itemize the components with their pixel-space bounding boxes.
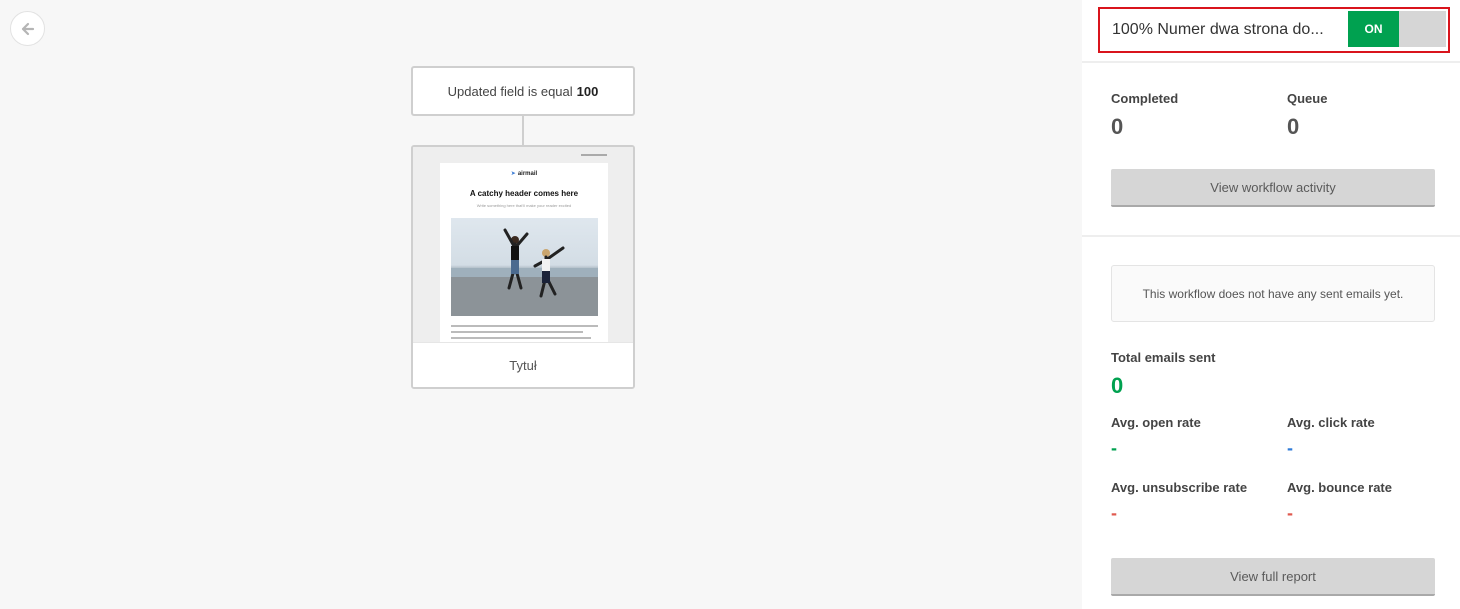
- bounce-rate-label: Avg. bounce rate: [1287, 480, 1392, 495]
- workflow-name[interactable]: 100% Numer dwa strona do...: [1112, 21, 1344, 39]
- bounce-rate-value: -: [1287, 503, 1293, 523]
- no-emails-notice: This workflow does not have any sent ema…: [1111, 265, 1435, 322]
- preview-photo: [451, 218, 598, 316]
- completed-label: Completed: [1111, 91, 1179, 106]
- view-workflow-activity-button[interactable]: View workflow activity: [1111, 169, 1435, 207]
- preview-top-link: [581, 153, 607, 157]
- trigger-text: Updated field is equal: [447, 83, 573, 99]
- queue-value: 0: [1287, 114, 1300, 139]
- paper-plane-icon: ➤: [510, 171, 516, 177]
- preview-logo: ➤ airmail: [510, 171, 538, 177]
- view-full-report-button[interactable]: View full report: [1111, 558, 1435, 596]
- click-rate-value: -: [1287, 438, 1293, 458]
- back-button[interactable]: [10, 11, 45, 46]
- total-sent-value: 0: [1111, 373, 1124, 398]
- trigger-value: 100: [576, 83, 599, 99]
- toggle-on-label: ON: [1348, 11, 1399, 47]
- divider: [1082, 61, 1460, 63]
- queue-label: Queue: [1287, 91, 1328, 106]
- click-rate-label: Avg. click rate: [1287, 415, 1375, 430]
- open-rate-value: -: [1111, 438, 1117, 458]
- open-rate-label: Avg. open rate: [1111, 415, 1201, 430]
- email-preview: ➤ airmail A catchy header comes here Writ…: [413, 147, 633, 342]
- preview-body-lines: [451, 325, 598, 342]
- sidebar-gap: [1066, 0, 1082, 609]
- preview-header: A catchy header comes here: [469, 189, 579, 198]
- preview-subtitle: Write something here that'll make your r…: [476, 203, 572, 208]
- arrow-left-icon: [21, 22, 34, 35]
- email-title: Tytuł: [413, 342, 633, 387]
- workflow-canvas: Updated field is equal 100 ➤ airmail A ca…: [0, 0, 1066, 609]
- unsubscribe-rate-value: -: [1111, 503, 1117, 523]
- trigger-node[interactable]: Updated field is equal 100: [411, 66, 635, 116]
- workflow-header: 100% Numer dwa strona do... ON: [1098, 7, 1450, 53]
- workflow-status-toggle[interactable]: ON: [1348, 11, 1446, 47]
- preview-sheet: ➤ airmail A catchy header comes here Writ…: [440, 163, 608, 342]
- node-connector: [522, 116, 524, 146]
- jumping-people-image: [451, 228, 598, 316]
- workflow-sidebar: 100% Numer dwa strona do... ON Completed…: [1082, 0, 1460, 609]
- divider: [1082, 235, 1460, 237]
- unsubscribe-rate-label: Avg. unsubscribe rate: [1111, 480, 1248, 495]
- email-node[interactable]: ➤ airmail A catchy header comes here Writ…: [411, 145, 635, 389]
- completed-value: 0: [1111, 114, 1124, 139]
- total-sent-label: Total emails sent: [1111, 350, 1216, 365]
